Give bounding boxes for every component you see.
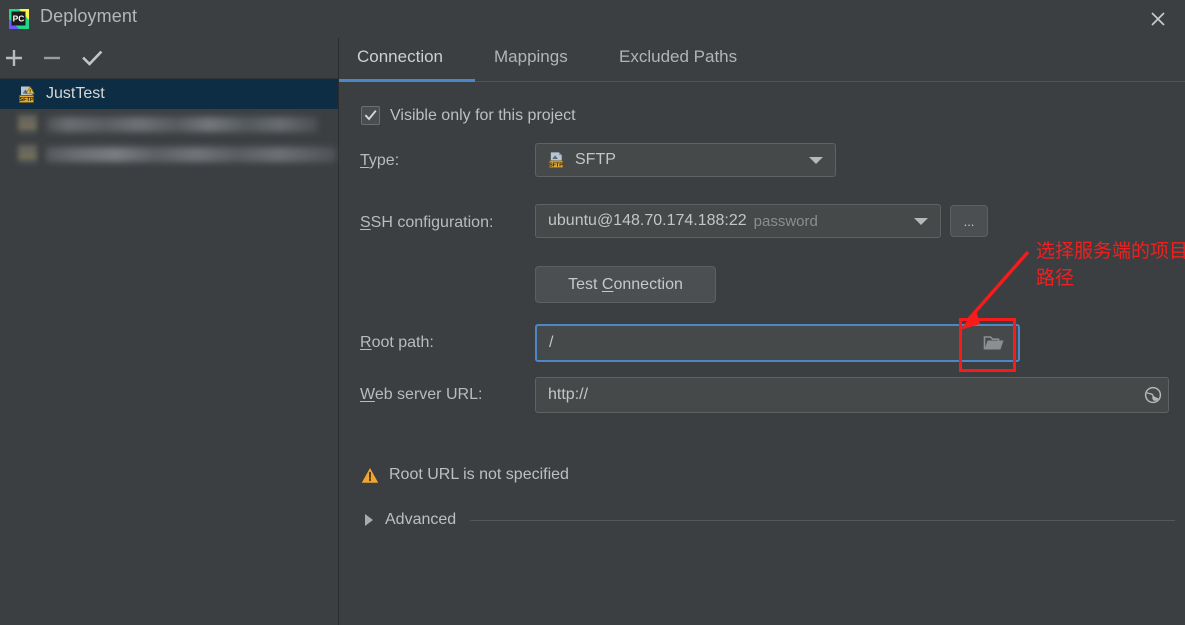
sftp-server-icon bbox=[18, 115, 37, 134]
web-server-url-value: http:// bbox=[548, 386, 588, 404]
root-path-label: Root path: bbox=[360, 334, 434, 352]
visible-only-checkbox[interactable]: Visible only for this project bbox=[361, 106, 576, 125]
title-bar: PC Deployment bbox=[0, 0, 1185, 38]
root-path-input[interactable]: / bbox=[535, 324, 1020, 362]
checkbox-box[interactable] bbox=[361, 106, 380, 125]
redacted-label bbox=[46, 147, 336, 162]
svg-text:SFTP: SFTP bbox=[19, 97, 34, 103]
pycharm-logo-icon: PC bbox=[8, 8, 30, 30]
test-connection-button[interactable]: Test Connection bbox=[535, 266, 716, 303]
active-tab-indicator bbox=[339, 79, 475, 82]
advanced-label: Advanced bbox=[385, 511, 456, 529]
sftp-icon: SFTP bbox=[548, 151, 566, 169]
sidebar-toolbar bbox=[0, 38, 338, 79]
test-connection-label: Test Connection bbox=[568, 276, 683, 294]
server-list: SFTP JustTest bbox=[0, 79, 338, 169]
folder-icon bbox=[983, 334, 1005, 352]
check-icon[interactable] bbox=[78, 44, 106, 72]
advanced-section-toggle[interactable]: Advanced bbox=[365, 511, 1175, 529]
close-icon[interactable] bbox=[1143, 4, 1173, 34]
type-select[interactable]: SFTP SFTP bbox=[535, 143, 836, 177]
tab-connection[interactable]: Connection bbox=[357, 47, 443, 67]
root-url-warning-text: Root URL is not specified bbox=[389, 466, 569, 484]
list-item[interactable]: SFTP JustTest bbox=[0, 79, 338, 109]
chevron-down-icon[interactable] bbox=[914, 218, 928, 225]
list-item-label: JustTest bbox=[46, 85, 105, 103]
list-item[interactable] bbox=[0, 109, 338, 139]
tab-excluded-paths[interactable]: Excluded Paths bbox=[619, 47, 737, 67]
connection-panel: Connection Mappings Excluded Paths Visib… bbox=[339, 38, 1185, 625]
globe-icon[interactable] bbox=[1142, 384, 1164, 406]
tab-bar: Connection Mappings Excluded Paths bbox=[339, 38, 1185, 83]
type-value: SFTP bbox=[575, 151, 616, 169]
window-title: Deployment bbox=[40, 6, 137, 27]
ssh-configuration-auth-type: password bbox=[754, 213, 818, 230]
server-list-sidebar: SFTP JustTest bbox=[0, 38, 339, 625]
chevron-down-icon[interactable] bbox=[809, 157, 823, 164]
ssh-configuration-value: ubuntu@148.70.174.188:22 bbox=[548, 212, 747, 230]
root-path-value: / bbox=[549, 334, 553, 352]
ssh-configuration-select[interactable]: ubuntu@148.70.174.188:22 password bbox=[535, 204, 941, 238]
deployment-dialog: PC Deployment bbox=[0, 0, 1185, 625]
ssh-configuration-browse-button[interactable]: ... bbox=[950, 205, 988, 237]
advanced-divider bbox=[470, 520, 1175, 521]
root-url-warning: Root URL is not specified bbox=[361, 466, 569, 484]
web-server-url-label: Web server URL: bbox=[360, 386, 482, 404]
ssh-configuration-label: SSH configuration: bbox=[360, 214, 493, 232]
triangle-right-icon[interactable] bbox=[365, 514, 373, 526]
web-server-url-input[interactable]: http:// bbox=[535, 377, 1169, 413]
visible-only-label: Visible only for this project bbox=[390, 107, 576, 125]
sftp-server-icon: SFTP bbox=[18, 85, 37, 104]
warning-icon bbox=[361, 467, 379, 484]
tab-mappings[interactable]: Mappings bbox=[494, 47, 568, 67]
minus-icon[interactable] bbox=[38, 44, 66, 72]
redacted-label bbox=[46, 117, 318, 132]
svg-text:PC: PC bbox=[13, 14, 25, 24]
annotation-text: 选择服务端的项目路径 bbox=[1036, 238, 1185, 292]
plus-icon[interactable] bbox=[0, 44, 28, 72]
svg-text:SFTP: SFTP bbox=[549, 162, 563, 168]
root-path-browse-button[interactable] bbox=[972, 328, 1016, 358]
sftp-server-icon bbox=[18, 145, 37, 164]
list-item[interactable] bbox=[0, 139, 338, 169]
type-label: Type: bbox=[360, 152, 399, 170]
